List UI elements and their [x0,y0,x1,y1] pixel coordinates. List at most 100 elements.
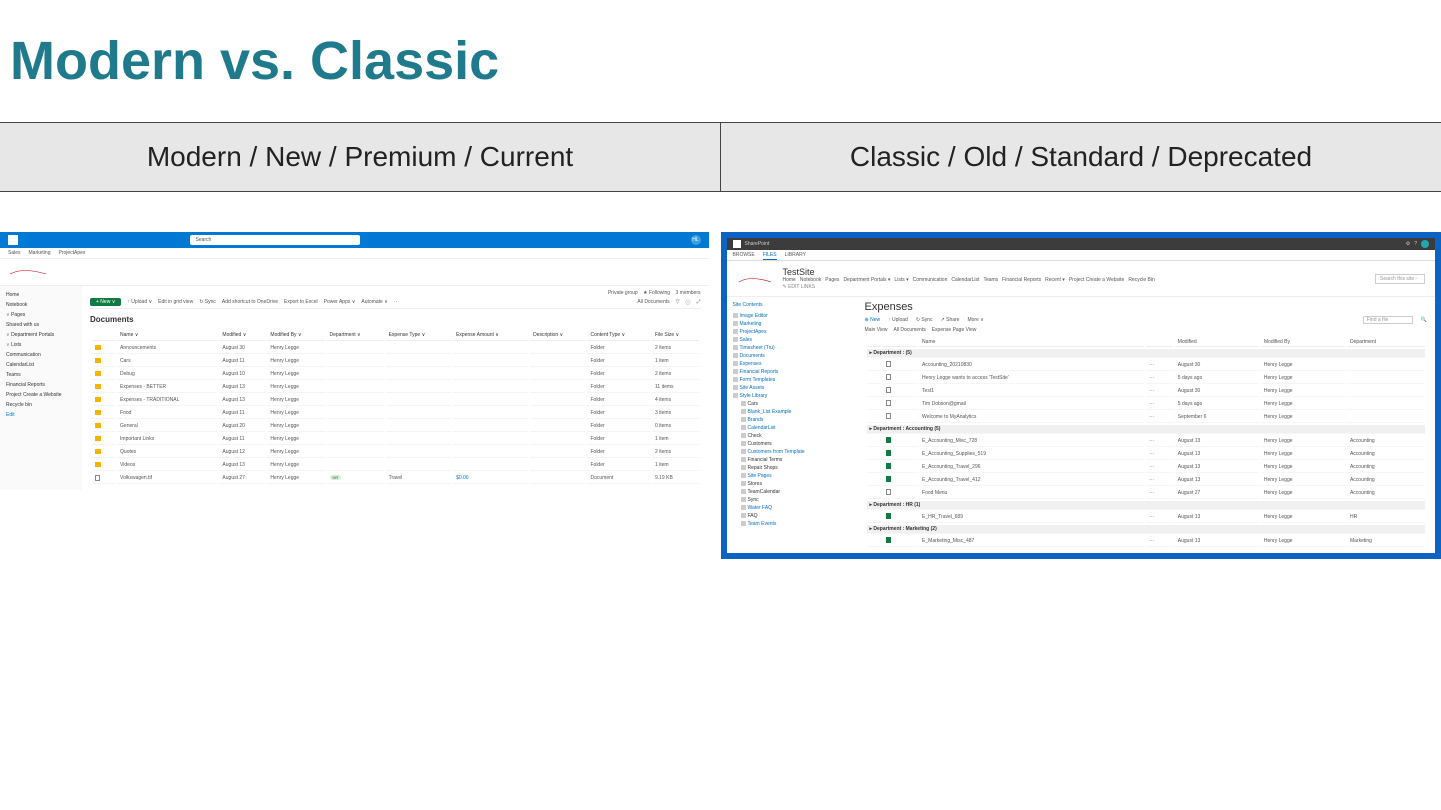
column-header[interactable] [1146,338,1173,347]
column-header[interactable]: Modified ∨ [219,330,265,341]
nav-item[interactable]: Financial Reports [4,380,78,390]
nav-item[interactable]: Home [4,290,78,300]
top-nav-item[interactable]: Recycle Bin [1128,277,1154,283]
search-icon[interactable]: 🔍 [1421,317,1427,323]
column-header[interactable] [883,338,917,347]
find-file-input[interactable]: Find a file [1363,316,1413,324]
column-header[interactable]: Expense Type ∨ [386,330,452,341]
table-row[interactable]: Accounting_20210830···August 30Henry Leg… [867,360,1426,371]
table-row[interactable]: AnnouncementsAugust 30Henry LeggeFolder2… [92,343,699,354]
column-header[interactable]: Content Type ∨ [587,330,650,341]
nav-item[interactable]: Repair Shops [733,464,851,472]
nav-item[interactable]: Financial Terms [733,456,851,464]
nav-item[interactable]: Customers [733,440,851,448]
column-header[interactable] [92,330,115,341]
export-button[interactable]: Export to Excel [284,299,318,305]
table-row[interactable]: CarsAugust 11Henry LeggeFolder1 item [92,356,699,367]
site-title[interactable]: TestSite [783,267,1159,277]
nav-item[interactable]: Department Portals [4,330,78,340]
top-nav-item[interactable]: Department Portals ▾ [843,277,890,283]
table-row[interactable]: E_Accounting_Misc_728···August 13Henry L… [867,436,1426,447]
nav-item[interactable]: Site Pages [733,472,851,480]
table-row[interactable]: Food Menu···August 27Henry LeggeAccounti… [867,488,1426,499]
table-row[interactable]: E_Accounting_Travel_412···August 13Henry… [867,475,1426,486]
group-header[interactable]: ▸ Department : Marketing (2) [867,525,1426,534]
nav-item[interactable]: Blank_List Example [733,408,851,416]
ribbon-tab[interactable]: LIBRARY [785,252,806,258]
nav-item[interactable]: Image Editor [733,312,851,320]
nav-item[interactable]: Pages [4,310,78,320]
nav-item[interactable]: CalendarList [4,360,78,370]
nav-item[interactable]: Timesheet (Tru) [733,344,851,352]
top-nav-item[interactable]: Recent ▾ [1045,277,1065,283]
nav-item[interactable]: Sales [733,336,851,344]
group-header[interactable]: ▸ Department : Accounting (5) [867,425,1426,434]
table-row[interactable]: E_Accounting_Supplies_519···August 13Hen… [867,449,1426,460]
hub-tab[interactable]: Sales [8,250,21,256]
hub-tab[interactable]: ProjectApex [58,250,85,256]
table-row[interactable]: Expenses - TRADITIONALAugust 13Henry Leg… [92,395,699,406]
upload-button[interactable]: ↑ Upload ∨ [127,299,152,305]
column-header[interactable]: Expense Amount ∨ [453,330,528,341]
nav-item[interactable]: Financial Reports [733,368,851,376]
powerapps-button[interactable]: Power Apps ∨ [324,299,356,305]
nav-item[interactable]: TeamCalendar [733,488,851,496]
column-header[interactable]: Name ∨ [117,330,217,341]
app-launcher-icon[interactable] [8,235,18,245]
nav-item[interactable]: Edit [4,410,78,420]
avatar[interactable] [1421,240,1429,248]
nav-item[interactable]: Check [733,432,851,440]
table-row[interactable]: Test1···August 30Henry Legge [867,386,1426,397]
top-nav-item[interactable]: Financial Reports [1002,277,1041,283]
edit-grid-button[interactable]: Edit in grid view [158,299,193,305]
nav-item[interactable]: Marketing [733,320,851,328]
nav-item[interactable]: Communication [4,350,78,360]
shortcut-button[interactable]: Add shortcut to OneDrive [222,299,278,305]
group-header[interactable]: ▸ Department : HR (1) [867,501,1426,510]
column-header[interactable]: Department ∨ [327,330,384,341]
column-header[interactable]: Modified By ∨ [267,330,324,341]
group-header[interactable]: ▸ Department : (5) [867,349,1426,358]
top-nav-item[interactable]: Communication [913,277,948,283]
nav-item[interactable]: ProjectApex [733,328,851,336]
share-button[interactable]: ↗ Share [941,317,960,323]
view-tab[interactable]: All Documents [893,327,925,333]
nav-item[interactable]: Team Events [733,520,851,528]
table-row[interactable]: E_HR_Travel_689···August 13Henry LeggeHR [867,512,1426,523]
expand-icon[interactable]: ⤢ [696,299,700,305]
top-nav-item[interactable]: Home [783,277,796,283]
top-nav-item[interactable]: Project Create a Website [1069,277,1125,283]
nav-item[interactable]: Site Assets [733,384,851,392]
nav-item[interactable]: Water FAQ [733,504,851,512]
column-header[interactable] [867,338,882,347]
sync-button[interactable]: ↻ Sync [199,299,216,305]
info-icon[interactable]: ⓘ [685,299,690,306]
nav-item[interactable]: Cars [733,400,851,408]
table-row[interactable]: Expenses - BETTERAugust 13Henry LeggeFol… [92,382,699,393]
automate-button[interactable]: Automate ∨ [361,299,387,305]
help-icon[interactable]: ? [1414,241,1417,247]
app-launcher-icon[interactable] [733,240,741,248]
ribbon-tab[interactable]: BROWSE [733,252,755,258]
view-tab[interactable]: Expense Page View [932,327,977,333]
hub-tab[interactable]: Marketing [29,250,51,256]
column-header[interactable]: File Size ∨ [652,330,699,341]
nav-item[interactable]: Brands [733,416,851,424]
table-row[interactable]: Volkswagen.tifAugust 27Henry LeggeHRTrav… [92,473,699,484]
table-row[interactable]: Welcome to MyAnalytics···September 6Henr… [867,412,1426,423]
nav-item[interactable]: Form Templates [733,376,851,384]
view-tab[interactable]: Main View [865,327,888,333]
nav-item[interactable]: CalendarList [733,424,851,432]
column-header[interactable]: Description ∨ [530,330,585,341]
nav-item[interactable]: Stores [733,480,851,488]
follow-button[interactable]: ★ Following [643,290,670,296]
column-header[interactable]: Name [919,338,1144,347]
view-selector[interactable]: All Documents [637,299,669,305]
more-button[interactable]: ··· [394,299,399,305]
table-row[interactable]: Henry Legge wants to access 'TestSite'··… [867,373,1426,384]
nav-item[interactable]: Recycle bin [4,400,78,410]
top-nav-item[interactable]: Notebook [800,277,821,283]
avatar[interactable]: HL [691,235,701,245]
sync-button[interactable]: ↻ Sync [916,317,933,323]
nav-item[interactable]: Project Create a Website [4,390,78,400]
